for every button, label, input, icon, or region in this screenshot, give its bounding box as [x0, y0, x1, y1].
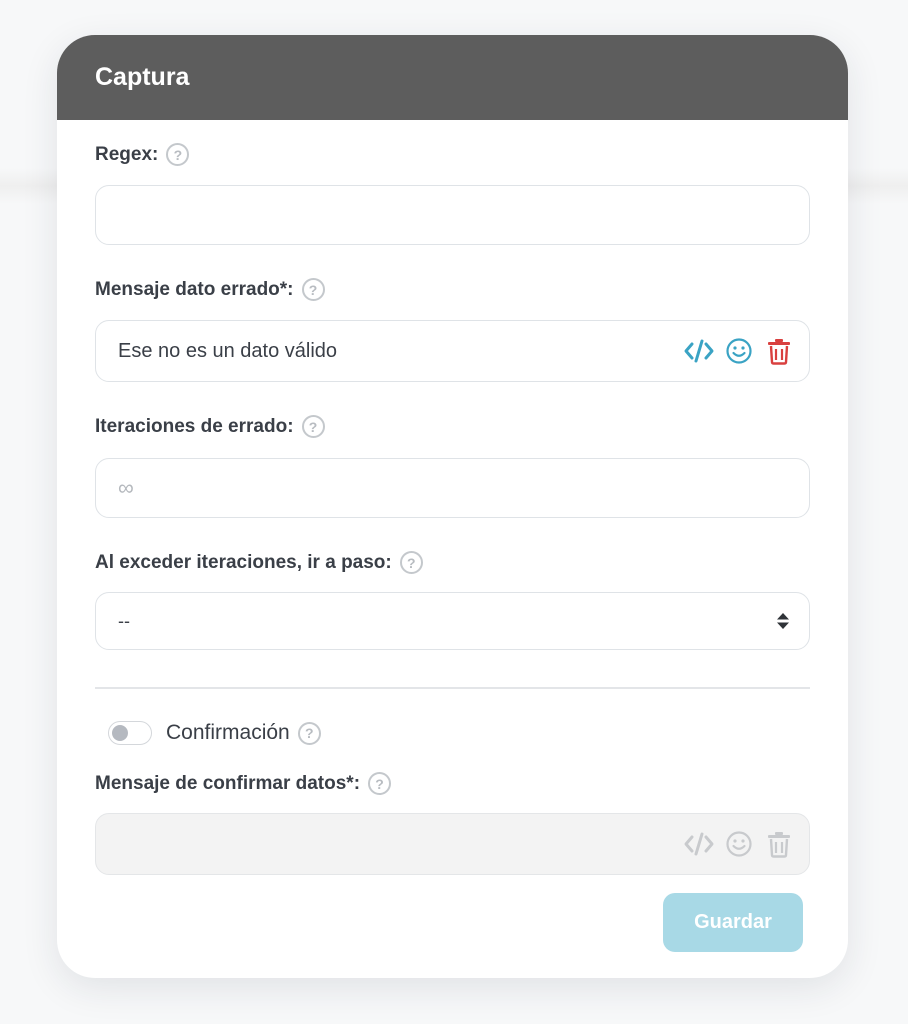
smile-icon-disabled: [723, 828, 755, 860]
card-title: Captura: [95, 63, 190, 91]
confirmation-row: Confirmación ?: [108, 721, 321, 745]
exceed-step-help-icon[interactable]: ?: [399, 551, 423, 574]
confirm-message-actions: [683, 828, 795, 860]
error-iterations-input[interactable]: ∞: [95, 458, 810, 518]
sort-icon: [775, 611, 791, 631]
error-iterations-label: Iteraciones de errado:: [95, 415, 294, 437]
error-iterations-help-icon[interactable]: ?: [301, 415, 325, 438]
trash-icon-disabled: [763, 828, 795, 860]
exceed-step-label: Al exceder iteraciones, ir a paso:: [95, 551, 392, 573]
error-message-label: Mensaje dato errado*:: [95, 278, 294, 300]
code-icon[interactable]: [683, 335, 715, 367]
confirm-message-help-icon[interactable]: ?: [368, 772, 392, 795]
regex-label: Regex:: [95, 143, 159, 165]
confirm-message-label-row: Mensaje de confirmar datos*: ?: [95, 772, 392, 795]
code-icon-disabled: [683, 828, 715, 860]
save-button[interactable]: Guardar: [663, 893, 803, 952]
confirmation-toggle-knob: [112, 725, 128, 741]
confirmation-label: Confirmación: [166, 721, 290, 744]
trash-icon[interactable]: [763, 335, 795, 367]
capture-card: Captura Regex: ? Mensaje dato errado*: ?…: [57, 35, 848, 978]
card-header: Captura: [57, 35, 848, 120]
confirmation-help-icon[interactable]: ?: [297, 721, 321, 745]
smile-icon[interactable]: [723, 335, 755, 367]
exceed-step-label-row: Al exceder iteraciones, ir a paso: ?: [95, 551, 423, 574]
error-iterations-placeholder: ∞: [118, 475, 134, 500]
error-message-help-icon[interactable]: ?: [301, 278, 325, 301]
confirmation-toggle[interactable]: [108, 721, 152, 745]
exceed-step-select[interactable]: --: [95, 592, 810, 650]
confirm-message-label: Mensaje de confirmar datos*:: [95, 772, 361, 794]
error-message-label-row: Mensaje dato errado*: ?: [95, 278, 325, 301]
regex-help-icon[interactable]: ?: [166, 143, 190, 166]
error-iterations-label-row: Iteraciones de errado: ?: [95, 415, 325, 438]
exceed-step-selected: --: [118, 610, 130, 631]
regex-input[interactable]: [95, 185, 810, 245]
regex-label-row: Regex: ?: [95, 143, 190, 166]
section-divider: [95, 687, 810, 689]
error-message-actions: [683, 335, 795, 367]
error-message-input[interactable]: Ese no es un dato válido: [95, 320, 810, 382]
confirm-message-input: [95, 813, 810, 875]
error-message-value: Ese no es un dato válido: [118, 339, 338, 362]
